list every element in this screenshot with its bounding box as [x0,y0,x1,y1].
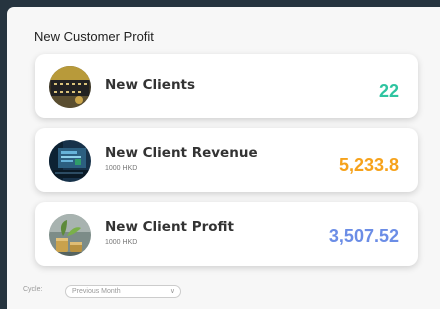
new-client-revenue-card[interactable]: New Client Revenue 1000 HKD 5,233.8 [35,128,418,192]
microchip-photo-icon [49,66,91,108]
panel-title: New Customer Profit [34,29,154,44]
card-label: New Client Revenue [105,145,258,161]
chevron-down-icon: ∨ [169,288,175,295]
laptop-photo-icon [49,140,91,182]
cycle-select[interactable]: Previous Month ∨ [65,285,181,298]
card-value: 5,233.8 [338,155,399,175]
cycle-select-value: Previous Month [72,288,121,295]
coins-plant-photo-icon [49,214,91,256]
card-value: 22 [378,81,399,101]
new-clients-card[interactable]: New Clients 22 [35,54,418,118]
cycle-label: Cycle: [23,286,43,293]
new-client-profit-card[interactable]: New Client Profit 1000 HKD 3,507.52 [35,202,418,266]
card-unit: 1000 HKD [105,165,138,172]
new-customer-profit-panel: New Customer Profit New Clients 22 New C… [7,7,440,309]
card-label: New Client Profit [105,219,234,235]
card-value: 3,507.52 [328,226,399,246]
card-label: New Clients [105,77,196,93]
card-unit: 1000 HKD [105,239,138,246]
